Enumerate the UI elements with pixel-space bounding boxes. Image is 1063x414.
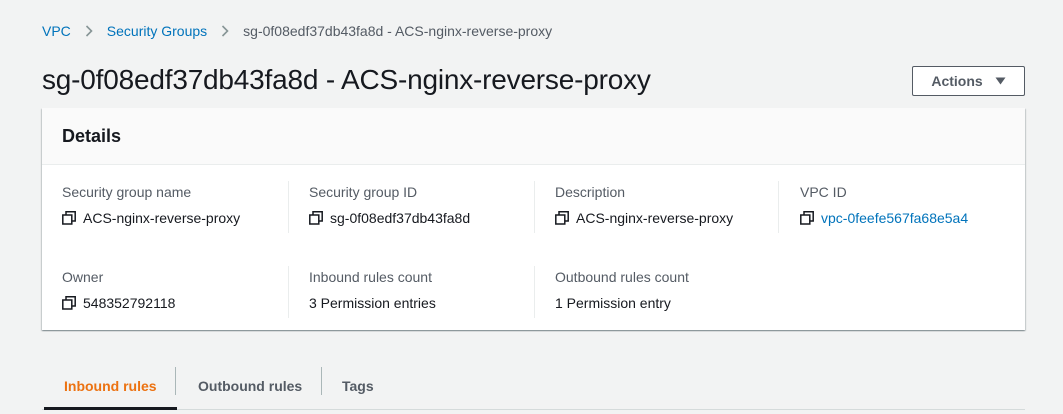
copy-icon[interactable]	[800, 211, 814, 225]
tab-separator	[321, 367, 322, 395]
chevron-right-icon	[221, 25, 229, 37]
copy-icon[interactable]	[62, 296, 76, 310]
field-security-group-id: Security group ID sg-0f08edf37db43fa8d	[309, 184, 470, 227]
column-divider	[534, 181, 535, 233]
tabs-bar: Inbound rules Outbound rules Tags	[42, 362, 1025, 410]
field-value: 548352792118	[62, 294, 175, 312]
field-outbound-rules-count: Outbound rules count 1 Permission entry	[555, 269, 689, 312]
page-title: sg-0f08edf37db43fa8d - ACS-nginx-reverse…	[42, 64, 651, 95]
active-tab-indicator	[44, 407, 177, 410]
copy-icon[interactable]	[62, 211, 76, 225]
field-label: Security group ID	[309, 184, 418, 200]
field-value: sg-0f08edf37db43fa8d	[309, 209, 470, 227]
tab-tags[interactable]: Tags	[342, 362, 374, 410]
field-inbound-rules-count: Inbound rules count 3 Permission entries	[309, 269, 436, 312]
breadcrumb-current: sg-0f08edf37db43fa8d - ACS-nginx-reverse…	[243, 23, 553, 39]
caret-down-icon	[995, 77, 1006, 85]
copy-icon[interactable]	[555, 211, 569, 225]
breadcrumb-vpc-link[interactable]: VPC	[42, 23, 71, 39]
chevron-right-icon	[85, 25, 93, 37]
field-value: vpc-0feefe567fa68e5a4	[800, 209, 968, 227]
column-divider	[288, 266, 289, 318]
details-panel: Details Security group name ACS-nginx-re…	[42, 108, 1025, 330]
field-label: VPC ID	[800, 184, 847, 200]
breadcrumb: VPC Security Groups sg-0f08edf37db43fa8d…	[42, 22, 552, 40]
tab-separator	[175, 367, 176, 395]
field-value: 3 Permission entries	[309, 295, 436, 311]
tab-inbound-rules[interactable]: Inbound rules	[64, 362, 157, 410]
field-label: Description	[555, 184, 626, 200]
field-label: Outbound rules count	[555, 269, 689, 285]
details-heading: Details	[62, 126, 122, 146]
column-divider	[534, 266, 535, 318]
field-security-group-name: Security group name ACS-nginx-reverse-pr…	[62, 184, 240, 227]
field-value: ACS-nginx-reverse-proxy	[555, 209, 733, 227]
tab-outbound-rules[interactable]: Outbound rules	[198, 362, 302, 410]
field-label: Owner	[62, 269, 104, 285]
field-label: Security group name	[62, 184, 192, 200]
field-description: Description ACS-nginx-reverse-proxy	[555, 184, 733, 227]
column-divider	[288, 181, 289, 233]
column-divider	[778, 181, 779, 233]
copy-icon[interactable]	[309, 211, 323, 225]
field-owner: Owner 548352792118	[62, 269, 175, 312]
details-header: Details	[42, 108, 1025, 165]
actions-button[interactable]: Actions	[912, 66, 1025, 96]
field-vpc-id: VPC ID vpc-0feefe567fa68e5a4	[800, 184, 968, 227]
actions-button-label: Actions	[931, 73, 983, 89]
field-value: 1 Permission entry	[555, 295, 671, 311]
field-value: ACS-nginx-reverse-proxy	[62, 209, 240, 227]
field-label: Inbound rules count	[309, 269, 432, 285]
breadcrumb-security-groups-link[interactable]: Security Groups	[107, 23, 207, 39]
vpc-id-link[interactable]: vpc-0feefe567fa68e5a4	[821, 210, 968, 226]
